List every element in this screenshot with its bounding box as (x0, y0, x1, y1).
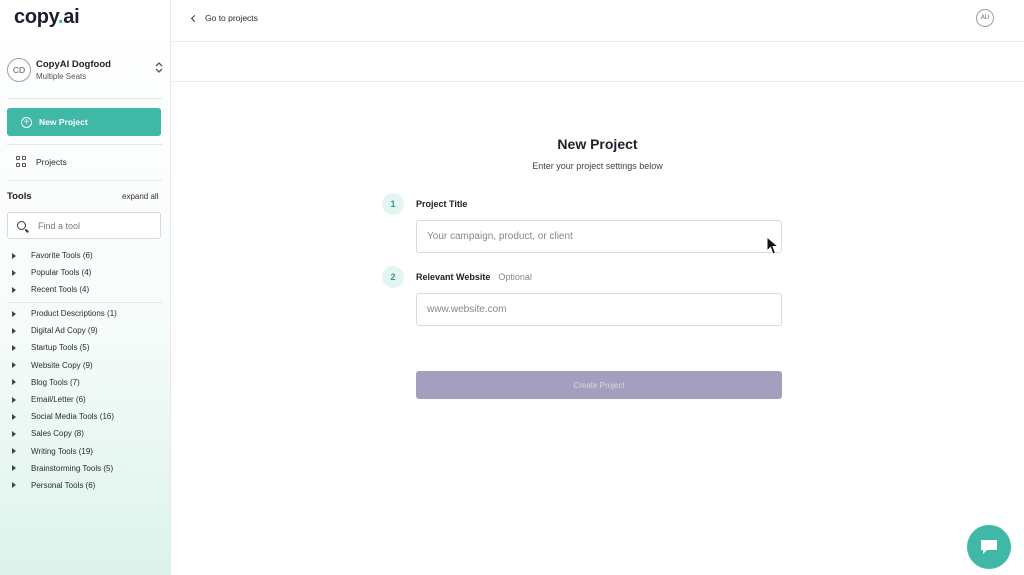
caret-right-icon (12, 344, 16, 351)
create-project-button[interactable]: Create Project (416, 371, 782, 399)
tool-group-label: Recent Tools (4) (31, 285, 90, 295)
caret-right-icon (12, 430, 16, 437)
tool-category-label: Social Media Tools (16) (31, 412, 115, 422)
back-label: Go to projects (205, 13, 258, 23)
tool-category-label: Product Descriptions (1) (31, 309, 117, 319)
caret-right-icon (12, 327, 16, 334)
caret-right-icon (12, 465, 16, 472)
optional-tag: Optional (498, 272, 532, 282)
tool-category-item[interactable]: Startup Tools (5) (10, 339, 165, 356)
project-title-input[interactable] (427, 231, 767, 242)
tool-category-item[interactable]: Blog Tools (7) (10, 374, 165, 391)
copyai-logo[interactable]: copy.ai (14, 6, 80, 29)
caret-right-icon (12, 482, 16, 489)
tool-category-label: Writing Tools (19) (31, 446, 93, 456)
page-title: New Project (557, 136, 638, 152)
new-project-button[interactable]: + New Project (7, 108, 161, 136)
caret-right-icon (12, 362, 16, 369)
sidebar-divider (7, 98, 162, 99)
tool-category-item[interactable]: Brainstorming Tools (5) (10, 460, 165, 477)
step-badge-1: 1 (382, 193, 404, 215)
chat-icon (981, 540, 997, 554)
caret-right-icon (12, 310, 16, 317)
field-label-text: Project Title (416, 199, 468, 209)
sidebar-item-label: Projects (36, 156, 67, 167)
tool-group-item[interactable]: Popular Tools (4) (10, 264, 165, 281)
subheader-divider (171, 81, 1024, 82)
chevron-updown-icon[interactable] (155, 61, 163, 75)
website-input[interactable] (427, 304, 767, 315)
tool-category-item[interactable]: Email/Letter (6) (10, 391, 165, 408)
logo-text: copy (14, 6, 58, 28)
tool-category-item[interactable]: Product Descriptions (1) (10, 305, 165, 322)
website-label: Relevant Website Optional (416, 272, 532, 282)
website-field[interactable] (416, 293, 782, 326)
tool-category-label: Digital Ad Copy (9) (31, 326, 98, 336)
sidebar-divider (7, 302, 162, 303)
project-title-field[interactable] (416, 220, 782, 253)
top-bar: Go to projects AU (171, 0, 1024, 42)
tool-search-input[interactable] (38, 220, 138, 231)
tool-category-label: Personal Tools (6) (31, 480, 96, 490)
tool-category-item[interactable]: Sales Copy (8) (10, 425, 165, 442)
tool-category-item[interactable]: Social Media Tools (16) (10, 408, 165, 425)
tool-category-label: Email/Letter (6) (31, 395, 86, 405)
project-title-label: Project Title (416, 199, 467, 209)
tool-category-item[interactable]: Writing Tools (19) (10, 443, 165, 460)
workspace-switcher[interactable]: CD CopyAI Dogfood Multiple Seats (7, 57, 165, 87)
chat-launcher-button[interactable] (967, 525, 1011, 569)
field-label-text: Relevant Website (416, 272, 491, 282)
tool-category-label: Brainstorming Tools (5) (31, 463, 114, 473)
logo-suffix: ai (63, 6, 80, 28)
expand-all-link[interactable]: expand all (122, 192, 158, 201)
sidebar: copy.ai CD CopyAI Dogfood Multiple Seats… (0, 0, 171, 575)
quick-tool-groups: Favorite Tools (6) Popular Tools (4) Rec… (10, 247, 165, 299)
grid-icon (16, 156, 27, 167)
new-project-label: New Project (39, 117, 88, 127)
tool-search-box[interactable] (7, 212, 161, 239)
workspace-name: CopyAI Dogfood (36, 59, 111, 70)
step-badge-2: 2 (382, 266, 404, 288)
sidebar-item-projects[interactable]: Projects (16, 156, 67, 167)
tool-group-item[interactable]: Recent Tools (4) (10, 281, 165, 298)
tool-category-label: Sales Copy (8) (31, 429, 84, 439)
tool-category-item[interactable]: Website Copy (9) (10, 357, 165, 374)
sidebar-divider (7, 144, 162, 145)
caret-right-icon (12, 252, 16, 259)
go-to-projects-link[interactable]: Go to projects (190, 13, 258, 23)
tool-category-label: Startup Tools (5) (31, 343, 90, 353)
tool-category-label: Website Copy (9) (31, 360, 93, 370)
caret-right-icon (12, 448, 16, 455)
workspace-plan: Multiple Seats (36, 72, 87, 81)
user-avatar[interactable]: AU (976, 9, 994, 27)
tool-group-label: Popular Tools (4) (31, 268, 92, 278)
page-subtitle: Enter your project settings below (532, 161, 663, 171)
tool-category-item[interactable]: Personal Tools (6) (10, 477, 165, 494)
tool-group-item[interactable]: Favorite Tools (6) (10, 247, 165, 264)
caret-right-icon (12, 413, 16, 420)
search-icon (17, 221, 26, 230)
caret-right-icon (12, 269, 16, 276)
caret-right-icon (12, 396, 16, 403)
workspace-avatar: CD (7, 58, 31, 82)
tool-category-label: Blog Tools (7) (31, 377, 80, 387)
tool-categories: Product Descriptions (1) Digital Ad Copy… (10, 305, 165, 494)
tool-group-label: Favorite Tools (6) (31, 251, 93, 261)
caret-right-icon (12, 379, 16, 386)
tool-category-item[interactable]: Digital Ad Copy (9) (10, 322, 165, 339)
chevron-left-icon (190, 14, 199, 22)
caret-right-icon (12, 286, 16, 293)
cursor-icon (766, 236, 780, 255)
sidebar-divider (7, 180, 162, 181)
tools-heading: Tools (7, 191, 32, 202)
plus-circle-icon: + (21, 116, 32, 128)
